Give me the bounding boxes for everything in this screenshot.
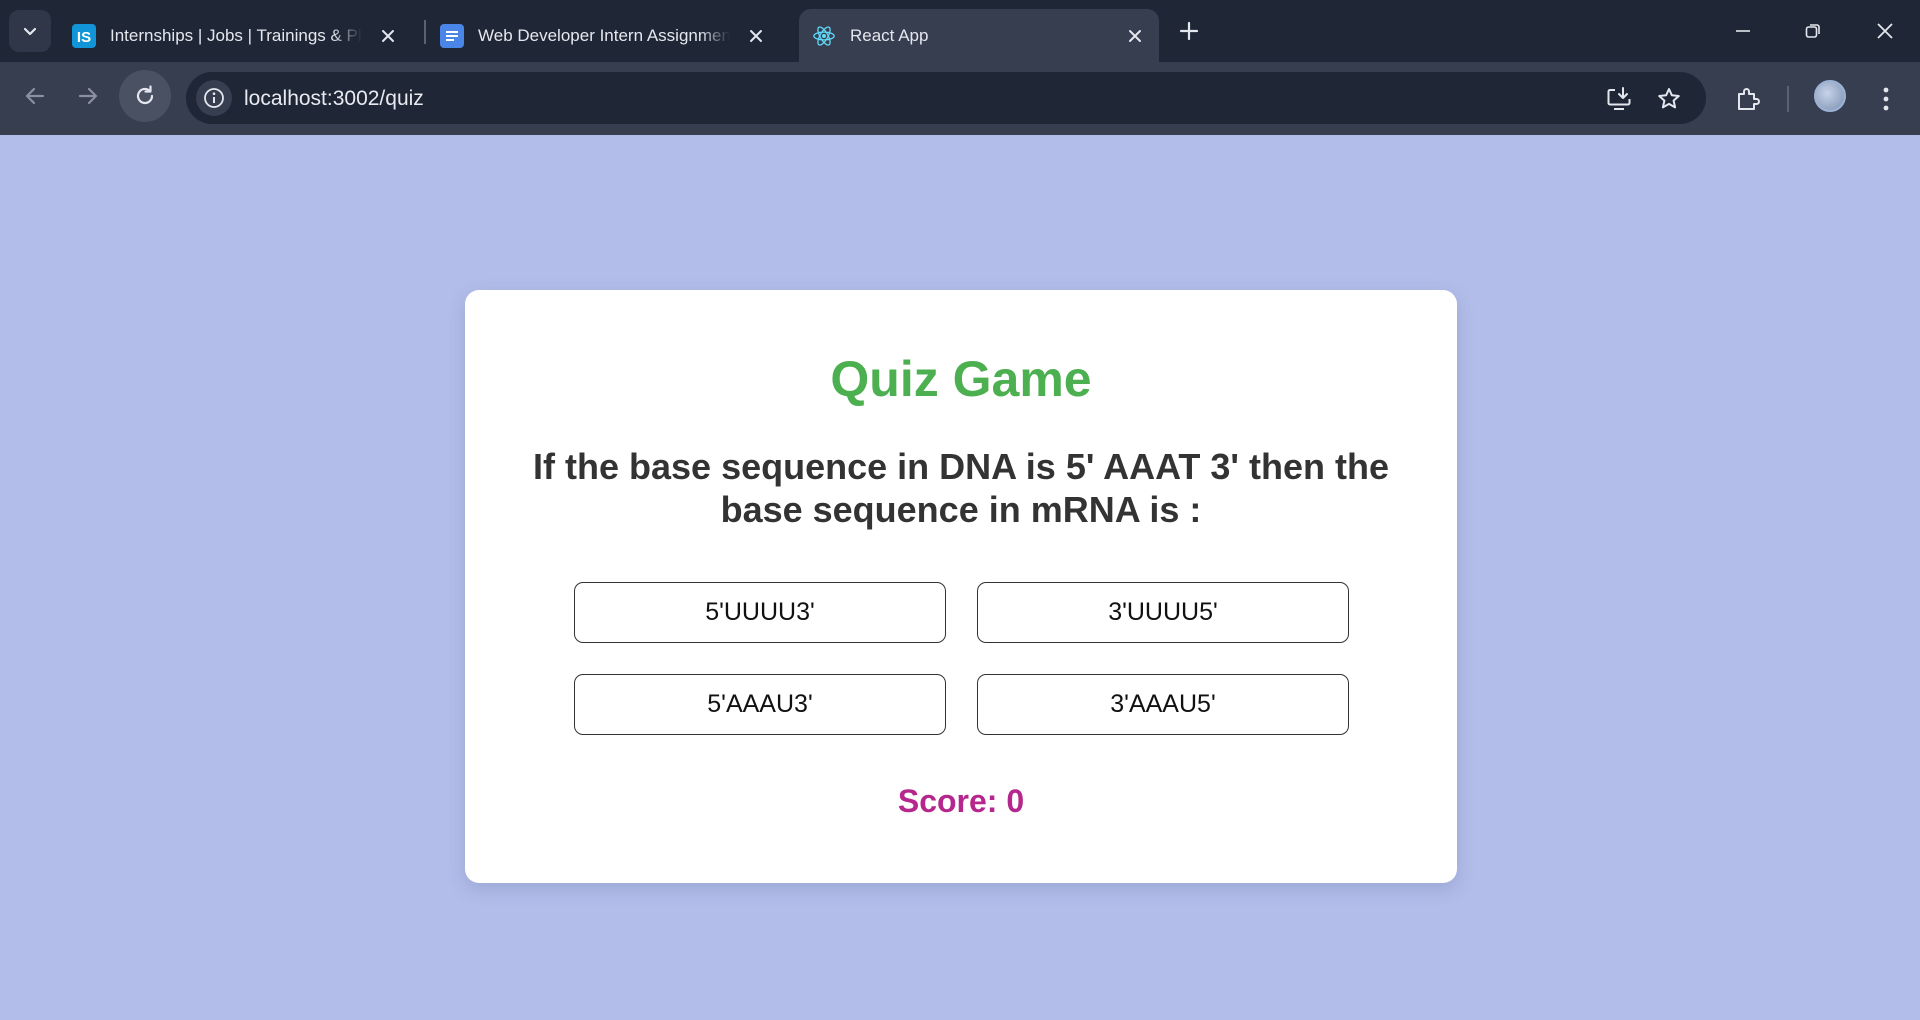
tab-close-icon[interactable]	[742, 22, 770, 50]
docs-icon	[440, 23, 464, 48]
minimize-icon	[1736, 30, 1750, 32]
reload-button[interactable]	[119, 70, 171, 122]
browser-toolbar: localhost:3002/quiz	[0, 62, 1920, 135]
tab-strip: IS Internships | Jobs | Trainings & Plac…	[0, 0, 1920, 62]
svg-text:IS: IS	[77, 29, 91, 46]
star-icon	[1658, 88, 1680, 109]
install-app-button[interactable]	[1604, 84, 1634, 114]
tab-react-app[interactable]: React App	[799, 9, 1159, 62]
question-text: If the base sequence in DNA is 5' AAAT 3…	[533, 446, 1389, 530]
quiz-title: Quiz Game	[830, 351, 1092, 407]
restore-button[interactable]	[1784, 0, 1842, 62]
close-icon	[1877, 23, 1893, 39]
tab-close-icon[interactable]	[1121, 22, 1149, 50]
site-info-button[interactable]	[196, 80, 232, 116]
arrow-right-icon	[78, 87, 98, 105]
score-label: Score:	[897, 783, 998, 819]
reload-icon	[136, 85, 154, 105]
new-tab-button[interactable]	[1172, 14, 1206, 48]
extensions-button[interactable]	[1729, 80, 1767, 118]
option-button-3[interactable]: 5'AAAU3'	[574, 674, 946, 735]
info-icon	[204, 88, 224, 108]
browser-menu-button[interactable]	[1867, 80, 1905, 118]
score-display: Score: 0	[465, 783, 1457, 820]
more-vertical-icon	[1883, 87, 1889, 111]
option-button-1[interactable]: 5'UUUU3'	[574, 582, 946, 643]
address-bar[interactable]: localhost:3002/quiz	[186, 72, 1706, 124]
quiz-card: Quiz Game If the base sequence in DNA is…	[465, 290, 1457, 883]
internshala-favicon-icon: IS	[72, 23, 96, 48]
tab-title: React App	[850, 25, 929, 45]
plus-icon	[1179, 21, 1199, 41]
forward-button[interactable]	[62, 70, 114, 122]
tab-close-icon[interactable]	[374, 22, 402, 50]
option-button-4[interactable]: 3'AAAU5'	[977, 674, 1349, 735]
bookmark-button[interactable]	[1654, 84, 1684, 114]
close-window-button[interactable]	[1856, 0, 1914, 62]
url-text[interactable]: localhost:3002/quiz	[244, 87, 424, 111]
install-icon	[1607, 87, 1631, 110]
arrow-left-icon	[25, 87, 45, 105]
react-icon	[812, 24, 836, 48]
tab-title: Internships | Jobs | Trainings & Placeme…	[110, 25, 362, 45]
tab-search-button[interactable]	[9, 10, 51, 52]
tab-divider	[424, 20, 426, 44]
tab-internshala[interactable]: IS Internships | Jobs | Trainings & Plac…	[72, 9, 412, 62]
chevron-down-icon	[23, 27, 37, 36]
toolbar-divider	[1787, 86, 1789, 112]
puzzle-icon	[1738, 88, 1760, 110]
restore-icon	[1805, 24, 1820, 38]
option-button-2[interactable]: 3'UUUU5'	[977, 582, 1349, 643]
profile-avatar[interactable]	[1814, 80, 1846, 112]
tab-assignment-doc[interactable]: Web Developer Intern Assignment	[440, 9, 780, 62]
score-value: 0	[1006, 783, 1025, 819]
page-viewport: Quiz Game If the base sequence in DNA is…	[0, 135, 1920, 1020]
back-button[interactable]	[9, 70, 61, 122]
tab-title: Web Developer Intern Assignment	[478, 25, 730, 45]
minimize-button[interactable]	[1714, 0, 1772, 62]
